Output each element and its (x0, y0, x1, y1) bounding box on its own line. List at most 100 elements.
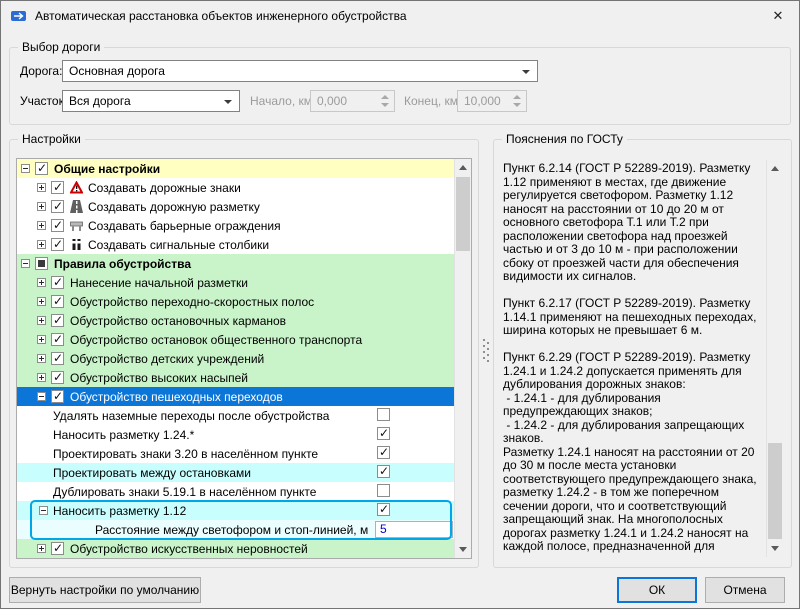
road-combobox-value: Основная дорога (69, 64, 165, 78)
window-title: Автоматическая расстановка объектов инже… (35, 9, 407, 23)
expand-icon[interactable] (37, 278, 46, 287)
tree-item-label: Обустройство детских учреждений (70, 352, 264, 366)
checkbox[interactable] (51, 238, 64, 251)
dialog-window: Автоматическая расстановка объектов инже… (0, 0, 800, 609)
checkbox[interactable] (51, 352, 64, 365)
ok-button[interactable]: ОК (617, 577, 697, 603)
section-combobox-value: Вся дорога (69, 94, 131, 108)
gost-scrollbar[interactable] (766, 160, 783, 557)
reset-defaults-button[interactable]: Вернуть настройки по умолчанию (9, 577, 201, 603)
checkbox[interactable] (51, 200, 64, 213)
close-button[interactable]: ✕ (757, 1, 799, 31)
tree-row[interactable]: Обустройство остановочных карманов (17, 311, 454, 330)
tree-row[interactable]: Удалять наземные переходы после обустрой… (17, 406, 454, 425)
checkbox[interactable] (51, 314, 64, 327)
tree-row[interactable]: Нанесение начальной разметки (17, 273, 454, 292)
tree-row[interactable]: Наносить разметку 1.12 (17, 501, 454, 520)
tree-row[interactable]: Обустройство пешеходных переходов (17, 387, 454, 406)
chevron-down-icon (522, 70, 530, 74)
checkbox[interactable] (51, 333, 64, 346)
tree-row[interactable]: Общие настройки (17, 159, 454, 178)
tree-row[interactable]: Наносить разметку 1.24.* (17, 425, 454, 444)
gost-scrollbar-thumb[interactable] (768, 443, 782, 539)
tree-row[interactable]: Создавать сигнальные столбики (17, 235, 454, 254)
collapse-icon[interactable] (39, 506, 48, 515)
section-combobox[interactable]: Вся дорога (62, 90, 240, 112)
road-sign-icon (70, 181, 83, 194)
settings-group-title: Настройки (18, 132, 85, 146)
checkbox[interactable] (35, 162, 48, 175)
tree-row[interactable]: Правила обустройства (17, 254, 454, 273)
checkbox[interactable] (51, 542, 64, 555)
end-km-field: 10,000 (457, 90, 527, 112)
expand-icon[interactable] (37, 221, 46, 230)
tree-row[interactable]: Расстояние между светофором и стоп-линие… (17, 520, 454, 539)
checkbox[interactable] (51, 371, 64, 384)
tree-scrollbar-thumb[interactable] (456, 177, 470, 251)
checkbox[interactable] (51, 181, 64, 194)
panel-splitter[interactable] (481, 331, 491, 371)
collapse-icon[interactable] (37, 392, 46, 401)
scroll-down-icon[interactable] (767, 540, 783, 557)
tree-row[interactable]: Обустройство остановок общественного тра… (17, 330, 454, 349)
checkbox[interactable] (377, 484, 390, 497)
expand-icon[interactable] (37, 354, 46, 363)
app-icon (10, 8, 28, 24)
expand-icon[interactable] (37, 202, 46, 211)
road-selection-group: Выбор дороги Дорога: Основная дорога Уча… (9, 47, 791, 125)
checkbox[interactable] (51, 219, 64, 232)
cancel-button[interactable]: Отмена (705, 577, 785, 603)
expand-icon[interactable] (37, 544, 46, 553)
close-icon: ✕ (773, 8, 784, 24)
checkbox[interactable] (51, 276, 64, 289)
tree-row[interactable]: Обустройство переходно-скоростных полос (17, 292, 454, 311)
road-group-title: Выбор дороги (18, 40, 104, 54)
tree-row[interactable]: Обустройство высоких насыпей (17, 368, 454, 387)
checkbox[interactable] (51, 295, 64, 308)
road-combobox[interactable]: Основная дорога (62, 60, 538, 82)
tree-item-label: Дублировать знаки 5.19.1 в населённом пу… (53, 485, 316, 499)
tree-row[interactable]: Дублировать знаки 5.19.1 в населённом пу… (17, 482, 454, 501)
checkbox[interactable] (377, 427, 390, 440)
start-km-spinner (378, 93, 392, 109)
tree-row[interactable]: Обустройство детских учреждений (17, 349, 454, 368)
expand-icon[interactable] (37, 297, 46, 306)
road-marking-icon (70, 200, 83, 213)
expand-icon[interactable] (37, 373, 46, 382)
tree-row[interactable]: Создавать дорожную разметку (17, 197, 454, 216)
scroll-up-icon[interactable] (455, 159, 471, 176)
scroll-down-icon[interactable] (455, 541, 471, 558)
collapse-icon[interactable] (21, 164, 30, 173)
gost-text: Пункт 6.2.14 (ГОСТ Р 52289-2019). Размет… (503, 162, 757, 557)
tree-item-label: Проектировать знаки 3.20 в населённом пу… (53, 447, 318, 461)
expand-icon[interactable] (37, 335, 46, 344)
tree-row[interactable]: Проектировать знаки 3.20 в населённом пу… (17, 444, 454, 463)
checkbox[interactable] (35, 257, 48, 270)
scroll-up-icon[interactable] (767, 160, 783, 177)
tree-item-label: Правила обустройства (54, 257, 191, 271)
road-label: Дорога: (20, 60, 62, 82)
tree-row[interactable]: Создавать дорожные знаки (17, 178, 454, 197)
gost-notes-group: Пояснения по ГОСТу Пункт 6.2.14 (ГОСТ Р … (493, 139, 792, 568)
settings-tree: Общие настройкиСоздавать дорожные знакиС… (16, 158, 472, 559)
expand-icon[interactable] (37, 240, 46, 249)
expand-icon[interactable] (37, 183, 46, 192)
checkbox[interactable] (377, 465, 390, 478)
checkbox[interactable] (377, 446, 390, 459)
checkbox[interactable] (377, 408, 390, 421)
barrier-icon (70, 219, 83, 232)
tree-row[interactable]: Обустройство искусственных неровностей (17, 539, 454, 558)
checkbox[interactable] (377, 503, 390, 516)
checkbox[interactable] (51, 390, 64, 403)
expand-icon[interactable] (37, 316, 46, 325)
tree-item-label: Общие настройки (54, 162, 160, 176)
collapse-icon[interactable] (21, 259, 30, 268)
tree-row[interactable]: Создавать барьерные ограждения (17, 216, 454, 235)
distance-value-field[interactable]: 5 (375, 521, 453, 538)
tree-item-label: Создавать барьерные ограждения (88, 219, 281, 233)
section-label: Участок: (20, 90, 67, 112)
tree-scrollbar[interactable] (454, 159, 471, 558)
tree-row[interactable]: Проектировать между остановками (17, 463, 454, 482)
spin-up-icon (381, 95, 389, 99)
end-km-spinner (510, 93, 524, 109)
